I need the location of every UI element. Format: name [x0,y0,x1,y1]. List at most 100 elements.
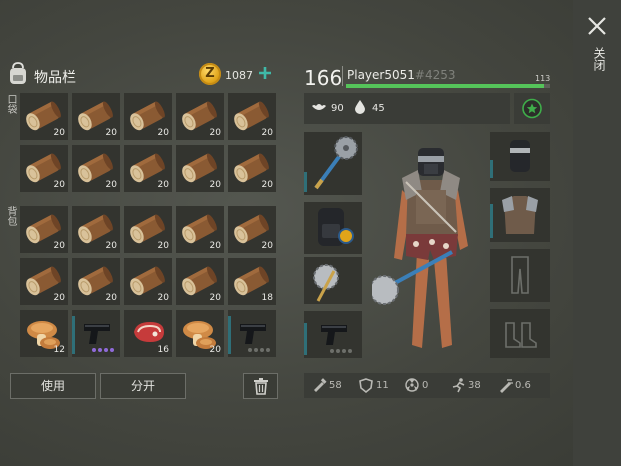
inventory-slot[interactable]: 20 [176,145,224,192]
backpack-icon [10,62,26,84]
item-count: 20 [209,180,221,190]
chest-slot[interactable] [490,188,550,242]
xp-bar [346,84,550,88]
weapon-slot[interactable] [304,132,362,195]
combat-stat-value: 58 [329,380,342,391]
speed-icon [452,378,465,393]
player-name-line: Player5051#4253 [347,68,455,82]
inventory-slot[interactable]: 20 [20,206,68,253]
inventory-slot[interactable]: 18 [228,258,276,305]
perk-button[interactable] [514,93,550,124]
inventory-slot[interactable]: 20 [124,145,172,192]
durability-bar [490,160,493,178]
star-icon [522,98,542,119]
inventory-slot[interactable]: 20 [20,258,68,305]
item-count: 20 [53,128,65,138]
trash-icon [253,378,268,395]
coin-count: 1087 [225,69,253,82]
split-button[interactable]: 分开 [100,373,186,399]
inventory-slot[interactable]: 12 [20,310,68,357]
attack-speed-icon [500,379,513,393]
buzzsaw-club-icon [314,136,358,190]
item-count: 20 [105,128,117,138]
boots-icon [505,322,537,348]
combat-stat-value: 11 [376,380,389,391]
chest-armor-icon [502,196,538,234]
pocket-label: 口袋 [5,94,16,114]
durability-bar [228,316,231,354]
durability-dots [330,349,352,353]
combat-stat-value: 0 [422,380,429,391]
inventory-slot[interactable]: 20 [176,93,224,140]
durability-bar [72,316,75,354]
item-count: 20 [261,241,273,251]
durability-bar [304,172,307,192]
sidearm-slot[interactable] [304,311,362,358]
add-coins-button[interactable] [258,66,272,80]
durability-bar [490,204,493,238]
item-count: 20 [53,241,65,251]
item-count: 20 [157,180,169,190]
close-label[interactable]: 关闭 [588,47,606,71]
inventory-slot[interactable]: 20 [72,258,120,305]
inventory-slot[interactable]: 16 [124,310,172,357]
inventory-slot[interactable]: 20 [124,93,172,140]
trash-button[interactable] [243,373,278,399]
inventory-slot[interactable]: 20 [176,310,224,357]
helmet-icon [510,140,530,172]
hunger-icon [312,104,326,110]
inventory-slot[interactable] [72,310,120,357]
mace-icon [313,264,339,302]
inventory-title: 物品栏 [34,70,76,86]
secondary-slot[interactable] [304,257,362,304]
inventory-slot[interactable]: 20 [72,145,120,192]
thirst-value: 45 [372,103,385,114]
backpack-label: 背包 [5,206,16,226]
xp-max: 113 [535,74,551,83]
inventory-slot[interactable]: 20 [124,206,172,253]
durability-dots [248,348,270,352]
item-count: 20 [261,128,273,138]
xp-fill [346,84,544,88]
player-name: Player5051 [347,68,415,82]
backpack-item-icon [318,208,354,246]
item-count: 20 [157,293,169,303]
legs-slot[interactable] [490,249,550,302]
backpack-slot[interactable] [304,202,362,254]
armor-icon [359,378,373,393]
weapon-damage-icon [314,378,327,392]
inventory-slot[interactable]: 20 [176,258,224,305]
inventory-slot[interactable]: 20 [72,206,120,253]
player-level: 166 [304,66,343,90]
divider [342,66,343,86]
item-count: 12 [53,345,65,355]
coin-icon: Z [199,63,221,85]
feet-slot[interactable] [490,309,550,358]
item-count: 20 [53,293,65,303]
item-count: 20 [157,241,169,251]
inventory-slot[interactable]: 20 [72,93,120,140]
inventory-slot[interactable]: 20 [20,145,68,192]
item-count: 20 [261,180,273,190]
inventory-slot[interactable]: 20 [228,93,276,140]
use-button[interactable]: 使用 [10,373,96,399]
item-count: 18 [261,293,273,303]
item-count: 20 [105,241,117,251]
combat-stat-value: 0.6 [515,380,531,391]
item-count: 20 [157,128,169,138]
close-icon[interactable] [585,14,609,38]
item-count: 20 [209,345,221,355]
inventory-slot[interactable]: 20 [20,93,68,140]
inventory-slot[interactable]: 20 [228,206,276,253]
radiation-icon [405,378,419,392]
inventory-slot[interactable]: 20 [176,206,224,253]
inventory-slot[interactable]: 20 [124,258,172,305]
inventory-slot[interactable]: 20 [228,145,276,192]
inventory-slot[interactable] [228,310,276,357]
head-slot[interactable] [490,132,550,181]
player-tag: #4253 [414,68,456,82]
item-count: 20 [209,293,221,303]
item-count: 16 [157,345,169,355]
item-count: 20 [53,180,65,190]
combat-stat-value: 38 [468,380,481,391]
